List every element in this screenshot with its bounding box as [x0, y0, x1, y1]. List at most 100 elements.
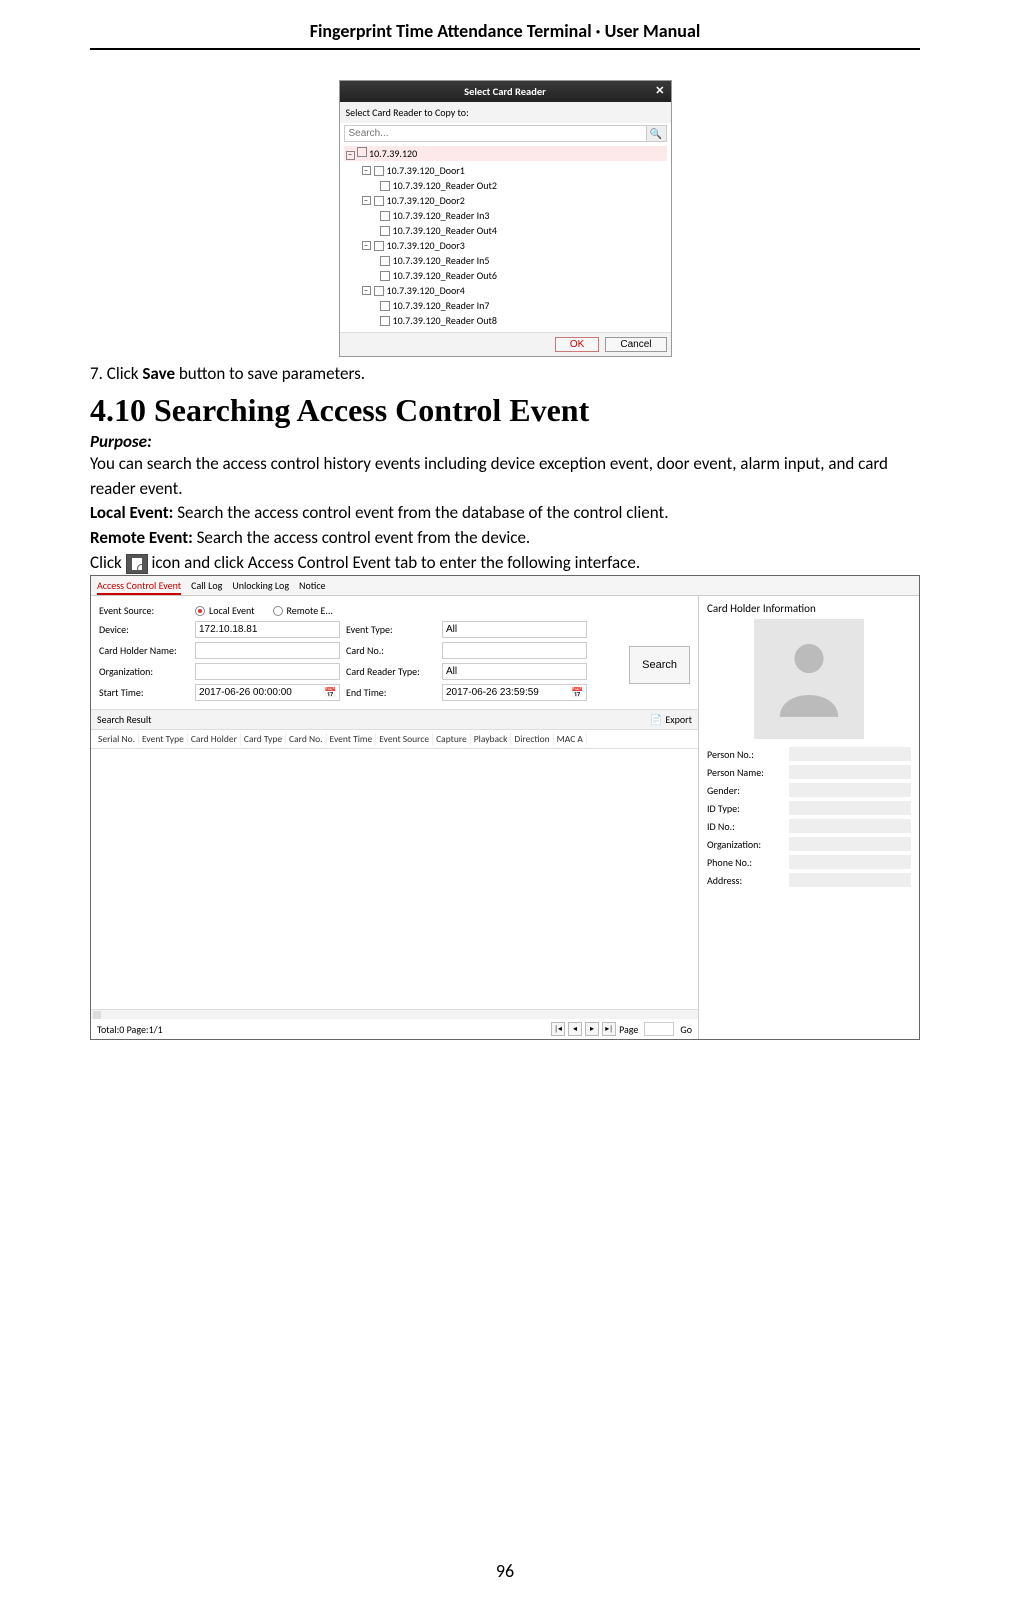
text: Remote Event:: [90, 527, 197, 548]
start-time-field[interactable]: [195, 684, 340, 701]
col-header[interactable]: Capture: [433, 733, 471, 745]
checkbox[interactable]: [380, 271, 390, 281]
collapse-icon[interactable]: −: [346, 151, 355, 160]
col-header[interactable]: Direction: [511, 733, 553, 745]
node-label[interactable]: 10.7.39.120_Door4: [387, 284, 465, 297]
label-card-holder-name: Card Holder Name:: [99, 644, 189, 657]
first-page-button[interactable]: |◂: [551, 1022, 565, 1036]
page-input[interactable]: [644, 1022, 674, 1036]
leaf-label[interactable]: 10.7.39.120_Reader Out6: [393, 269, 497, 282]
radio-icon: [195, 606, 205, 616]
checkbox[interactable]: [374, 241, 384, 251]
checkbox[interactable]: [380, 181, 390, 191]
col-header[interactable]: Event Source: [376, 733, 433, 745]
card-holder-panel: Card Holder Information Person No.: Pers…: [699, 596, 919, 1039]
leaf-label[interactable]: 10.7.39.120_Reader In3: [393, 209, 490, 222]
leaf-label[interactable]: 10.7.39.120_Reader In7: [393, 299, 490, 312]
info-value: [789, 837, 911, 851]
collapse-icon[interactable]: −: [362, 196, 371, 205]
leaf-label[interactable]: 10.7.39.120_Reader Out4: [393, 224, 497, 237]
close-icon[interactable]: ✕: [655, 84, 664, 97]
radio-remote-event[interactable]: Remote E...: [273, 604, 333, 617]
device-field[interactable]: [195, 621, 340, 638]
checkbox[interactable]: [374, 196, 384, 206]
info-label: Person Name:: [707, 766, 785, 779]
organization-field[interactable]: [195, 663, 340, 680]
tab-access-control-event[interactable]: Access Control Event: [97, 579, 181, 592]
search-icon[interactable]: 🔍: [647, 125, 667, 142]
checkbox[interactable]: [374, 166, 384, 176]
go-button[interactable]: Go: [680, 1023, 692, 1036]
info-label: Person No.:: [707, 748, 785, 761]
tree-root[interactable]: − 10.7.39.120: [344, 146, 667, 161]
tab-notice[interactable]: Notice: [299, 579, 326, 592]
section-heading: 4.10 Searching Access Control Event: [90, 392, 920, 429]
checkbox[interactable]: [357, 147, 367, 157]
label-event-source: Event Source:: [99, 604, 189, 617]
search-form: Event Source: Local Event Remote E... De…: [91, 596, 698, 709]
next-page-button[interactable]: ▸: [585, 1022, 599, 1036]
col-header[interactable]: MAC A: [554, 733, 587, 745]
label-card-no: Card No.:: [346, 644, 436, 657]
checkbox[interactable]: [380, 316, 390, 326]
prev-page-button[interactable]: ◂: [568, 1022, 582, 1036]
node-label[interactable]: 10.7.39.120_Door2: [387, 194, 465, 207]
leaf-label[interactable]: 10.7.39.120_Reader Out2: [393, 179, 497, 192]
search-input[interactable]: [344, 125, 647, 142]
checkbox[interactable]: [380, 256, 390, 266]
col-header[interactable]: Card Holder: [188, 733, 241, 745]
result-columns-row: Serial No. Event Type Card Holder Card T…: [91, 730, 698, 749]
search-button[interactable]: Search: [629, 646, 690, 684]
text: Click: [90, 552, 126, 573]
device-tree: − 10.7.39.120 − 10.7.39.120_Door1 10.7.39…: [340, 144, 671, 332]
dialog-subtitle: Select Card Reader to Copy to:: [340, 102, 671, 123]
doc-header-title: Fingerprint Time Attendance Terminal · U…: [90, 20, 920, 50]
node-label[interactable]: 10.7.39.120_Door1: [387, 164, 465, 177]
label-card-reader-type: Card Reader Type:: [346, 665, 436, 678]
collapse-icon[interactable]: −: [362, 166, 371, 175]
info-label: Gender:: [707, 784, 785, 797]
text: Search the access control event from the…: [177, 502, 668, 523]
last-page-button[interactable]: ▸|: [602, 1022, 616, 1036]
search-result-bar: Search Result 📄 Export: [91, 709, 698, 730]
event-type-field[interactable]: [442, 621, 587, 638]
info-label: Phone No.:: [707, 856, 785, 869]
ok-button[interactable]: OK: [555, 337, 599, 352]
tab-call-log[interactable]: Call Log: [191, 579, 222, 592]
col-header[interactable]: Card No.: [286, 733, 326, 745]
cancel-button[interactable]: Cancel: [605, 337, 666, 352]
radio-local-event[interactable]: Local Event: [195, 604, 255, 617]
leaf-label[interactable]: 10.7.39.120_Reader In5: [393, 254, 490, 267]
col-header[interactable]: Serial No.: [95, 733, 139, 745]
col-header[interactable]: Event Type: [139, 733, 188, 745]
tab-unlocking-log[interactable]: Unlocking Log: [232, 579, 289, 592]
collapse-icon[interactable]: −: [362, 286, 371, 295]
card-reader-type-field[interactable]: [442, 663, 587, 680]
collapse-icon[interactable]: −: [362, 241, 371, 250]
col-header[interactable]: Card Type: [241, 733, 286, 745]
node-label[interactable]: 10.7.39.120_Door3: [387, 239, 465, 252]
checkbox[interactable]: [374, 286, 384, 296]
label-event-type: Event Type:: [346, 623, 436, 636]
card-no-field[interactable]: [442, 642, 587, 659]
checkbox[interactable]: [380, 226, 390, 236]
checkbox[interactable]: [380, 301, 390, 311]
leaf-label[interactable]: 10.7.39.120_Reader Out8: [393, 314, 497, 327]
horizontal-scrollbar[interactable]: [91, 1009, 698, 1019]
export-button[interactable]: 📄 Export: [650, 713, 692, 726]
access-control-event-window: Access Control Event Call Log Unlocking …: [90, 575, 920, 1040]
event-search-icon: [126, 554, 148, 574]
pager-row: Total:0 Page:1/1 |◂ ◂ ▸ ▸| Page Go: [91, 1019, 698, 1039]
info-value: [789, 873, 911, 887]
info-label: ID No.:: [707, 820, 785, 833]
dialog-titlebar: Select Card Reader ✕: [340, 81, 671, 102]
purpose-text: You can search the access control histor…: [90, 452, 920, 501]
page-label: Page: [619, 1023, 638, 1036]
page-number: 96: [0, 1560, 1010, 1582]
card-holder-name-field[interactable]: [195, 642, 340, 659]
checkbox[interactable]: [380, 211, 390, 221]
text: icon and click Access Control Event tab …: [151, 552, 640, 573]
col-header[interactable]: Event Time: [327, 733, 377, 745]
col-header[interactable]: Playback: [471, 733, 512, 745]
end-time-field[interactable]: [442, 684, 587, 701]
